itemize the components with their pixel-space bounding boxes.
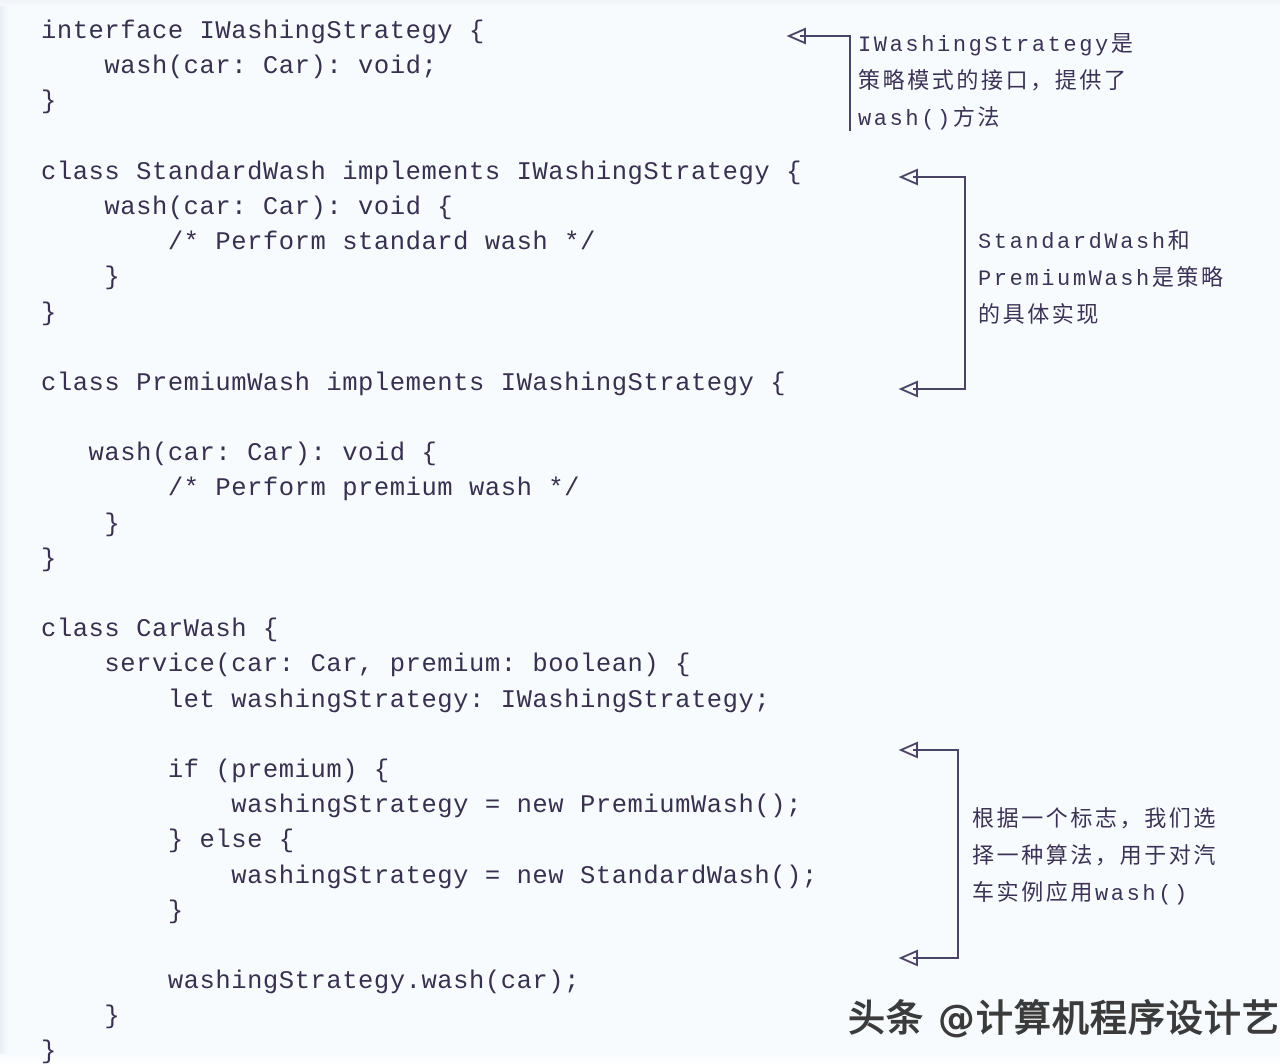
code-line: wash(car: Car): void; (41, 52, 438, 82)
code-line: } (41, 1037, 57, 1064)
code-line: } (41, 298, 57, 328)
code-line: if (premium) { (41, 755, 390, 785)
code-line: wash(car: Car): void { (41, 192, 454, 222)
code-line: interface IWashingStrategy { (41, 17, 485, 46)
code-line: } (41, 87, 57, 117)
code-line: /* Perform standard wash */ (41, 228, 596, 258)
code-line: washingStrategy = new StandardWash(); (41, 861, 818, 891)
connector-selection (898, 741, 959, 967)
connector-implementations (898, 168, 966, 398)
watermark: 头条 @计算机程序设计艺术 (848, 997, 1280, 1040)
annotation-interface: IWashingStrategy是 策略模式的接口，提供了 wash()方法 (858, 33, 1136, 132)
code-line: } (41, 896, 184, 926)
annotation-selection: 根据一个标志，我们选 择一种算法，用于对汽 车实例应用wash() (972, 808, 1219, 907)
code-line: washingStrategy.wash(car); (41, 967, 580, 997)
code-listing: interface IWashingStrategy { wash(car: C… (41, 14, 818, 1064)
code-line: } (41, 263, 121, 293)
code-line: wash(car: Car): void { (41, 439, 438, 469)
code-line: let washingStrategy: IWashingStrategy; (41, 685, 771, 715)
code-line: } (41, 509, 121, 539)
code-line: class CarWash { (41, 615, 279, 645)
code-line: } (41, 544, 57, 574)
code-line: class StandardWash implements IWashingSt… (41, 157, 802, 187)
code-line: class PremiumWash implements IWashingStr… (41, 368, 787, 398)
code-line: /* Perform premium wash */ (41, 474, 580, 504)
code-line: } (41, 1002, 121, 1032)
figure-canvas: interface IWashingStrategy { wash(car: C… (0, 0, 1280, 1064)
code-line: } else { (41, 826, 295, 856)
annotation-implementations: StandardWash和 PremiumWash是策略 的具体实现 (978, 230, 1226, 329)
code-line: washingStrategy = new PremiumWash(); (41, 791, 802, 821)
scan-edge-top (0, 0, 1280, 6)
code-line: service(car: Car, premium: boolean) { (41, 650, 691, 680)
scan-edge-left (0, 0, 9, 1064)
